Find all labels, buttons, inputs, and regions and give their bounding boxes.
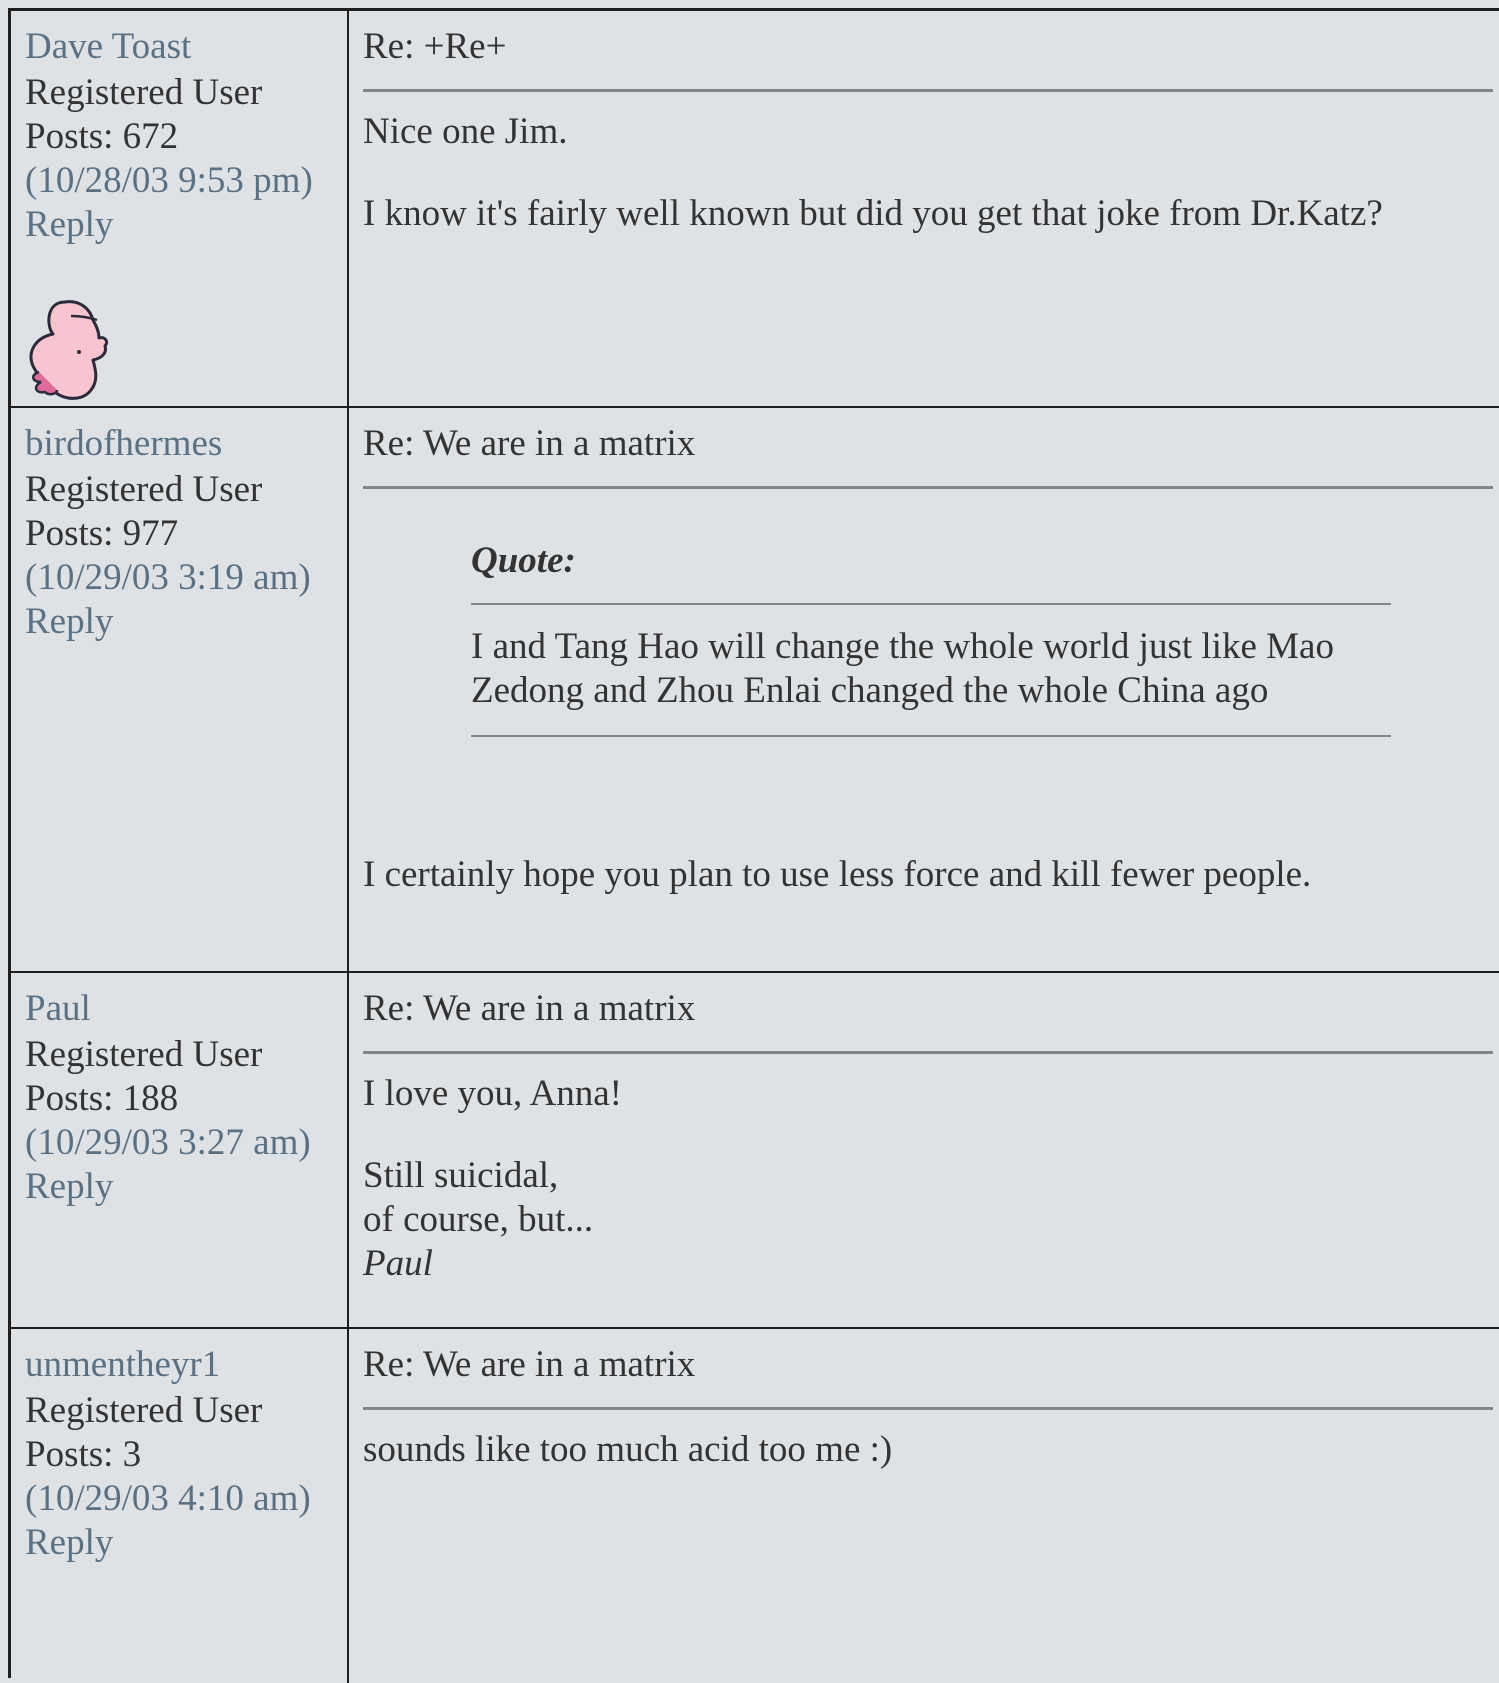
subject-divider xyxy=(363,89,1493,92)
forum-post: Paul Registered User Posts: 188 (10/29/0… xyxy=(11,971,1499,1329)
forum-post: birdofhermes Registered User Posts: 977 … xyxy=(11,406,1499,973)
post-author-panel: Paul Registered User Posts: 188 (10/29/0… xyxy=(11,973,349,1329)
pink-cartoon-face-icon xyxy=(29,300,109,400)
post-paragraph: I know it's fairly well known but did yo… xyxy=(363,193,1383,234)
signature: Still suicidal, of course, but... Paul xyxy=(363,1154,1499,1286)
user-role: Registered User xyxy=(25,72,263,113)
post-body: I love you, Anna! Still suicidal, of cou… xyxy=(363,1072,1499,1286)
reply-link[interactable]: Reply xyxy=(25,600,347,644)
post-subject: Re: We are in a matrix xyxy=(363,1344,696,1385)
quote-line: Zedong and Zhou Enlai changed the whole … xyxy=(471,670,1269,711)
post-body: Nice one Jim. I know it's fairly well kn… xyxy=(363,110,1499,236)
user-role: Registered User xyxy=(25,1034,263,1075)
post-content: Re: We are in a matrix Quote: I and Tang… xyxy=(349,408,1499,973)
post-content: Re: We are in a matrix I love you, Anna!… xyxy=(349,973,1499,1329)
subject-divider xyxy=(363,486,1493,489)
forum-thread: Dave Toast Registered User Posts: 672 (1… xyxy=(8,8,1499,1683)
quote-line: I and Tang Hao will change the whole wor… xyxy=(471,626,1334,667)
post-count: Posts: 672 xyxy=(25,116,179,157)
post-subject: Re: +Re+ xyxy=(363,26,507,67)
signature-name: Paul xyxy=(363,1243,433,1284)
post-timestamp-link[interactable]: (10/29/03 3:19 am) xyxy=(25,556,347,600)
username-link[interactable]: Paul xyxy=(25,987,347,1031)
post-timestamp-link[interactable]: (10/28/03 9:53 pm) xyxy=(25,159,347,203)
post-content: Re: We are in a matrix sounds like too m… xyxy=(349,1329,1499,1683)
post-author-panel: unmentheyr1 Registered User Posts: 3 (10… xyxy=(11,1329,349,1683)
post-content: Re: +Re+ Nice one Jim. I know it's fairl… xyxy=(349,11,1499,406)
post-subject: Re: We are in a matrix xyxy=(363,423,696,464)
username-link[interactable]: unmentheyr1 xyxy=(25,1343,347,1387)
username-link[interactable]: Dave Toast xyxy=(25,25,347,69)
post-paragraph: I love you, Anna! xyxy=(363,1073,622,1114)
post-timestamp-link[interactable]: (10/29/03 4:10 am) xyxy=(25,1477,347,1521)
post-author-panel: birdofhermes Registered User Posts: 977 … xyxy=(11,408,349,973)
post-count: Posts: 3 xyxy=(25,1434,142,1475)
post-author-panel: Dave Toast Registered User Posts: 672 (1… xyxy=(11,11,349,406)
quote-divider-bottom xyxy=(471,735,1391,737)
subject-divider xyxy=(363,1407,1493,1410)
user-role: Registered User xyxy=(25,469,263,510)
reply-link[interactable]: Reply xyxy=(25,1165,347,1209)
post-body: sounds like too much acid too me :) xyxy=(363,1428,1499,1472)
quote-block: Quote: I and Tang Hao will change the wh… xyxy=(471,539,1391,737)
forum-post: unmentheyr1 Registered User Posts: 3 (10… xyxy=(11,1327,1499,1683)
post-paragraph: sounds like too much acid too me :) xyxy=(363,1429,893,1470)
forum-post: Dave Toast Registered User Posts: 672 (1… xyxy=(11,11,1499,406)
quote-label: Quote: xyxy=(471,540,576,581)
subject-divider xyxy=(363,1051,1493,1054)
signature-line: of course, but... xyxy=(363,1199,594,1240)
post-count: Posts: 977 xyxy=(25,513,179,554)
quote-text: I and Tang Hao will change the whole wor… xyxy=(471,605,1391,735)
post-paragraph: Nice one Jim. xyxy=(363,111,568,152)
post-subject: Re: We are in a matrix xyxy=(363,988,696,1029)
signature-line: Still suicidal, xyxy=(363,1155,559,1196)
username-link[interactable]: birdofhermes xyxy=(25,422,347,466)
reply-link[interactable]: Reply xyxy=(25,1521,347,1565)
post-count: Posts: 188 xyxy=(25,1078,179,1119)
post-timestamp-link[interactable]: (10/29/03 3:27 am) xyxy=(25,1121,347,1165)
post-paragraph: I certainly hope you plan to use less fo… xyxy=(363,854,1312,895)
reply-link[interactable]: Reply xyxy=(25,203,347,247)
user-role: Registered User xyxy=(25,1390,263,1431)
